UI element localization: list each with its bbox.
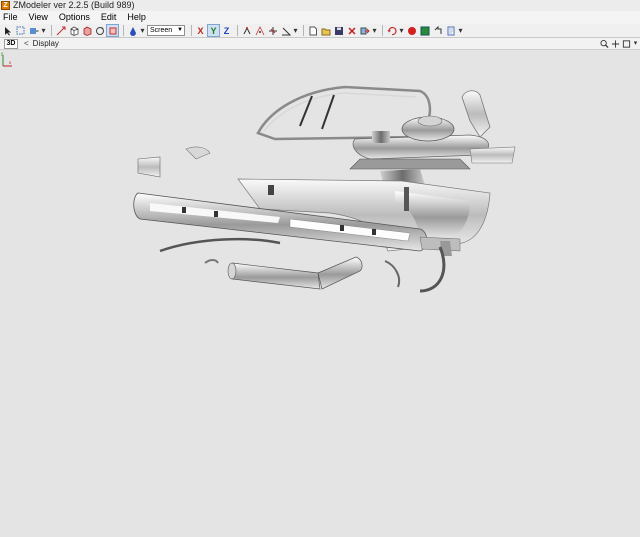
material-icon[interactable] (419, 25, 430, 36)
dropdown-chevron-icon[interactable]: ▾ (372, 25, 377, 36)
cube-icon[interactable] (68, 25, 79, 36)
render-icon[interactable] (406, 25, 417, 36)
document-icon[interactable] (445, 25, 456, 36)
3d-viewport[interactable]: y x (0, 51, 640, 537)
dropdown-chevron-icon[interactable]: ▾ (41, 25, 46, 36)
new-file-icon[interactable] (307, 25, 318, 36)
toolbar-separator (382, 25, 383, 36)
move-tool-icon[interactable] (55, 25, 66, 36)
axis-x-label: x (9, 60, 12, 65)
select-tool-icon[interactable] (15, 25, 26, 36)
main-toolbar: ▾ ▾ Screen ▼ X Y Z ▾ ▾ ▾ ▾ (0, 24, 640, 38)
title-bar: Z ZModeler ver 2.2.5 (Build 989) (0, 0, 640, 11)
toolbar-separator (123, 25, 124, 36)
axis-gizmo-icon: y x (1, 51, 12, 67)
cube-select-icon[interactable] (81, 25, 92, 36)
menu-help[interactable]: Help (127, 11, 146, 24)
select-arrow-icon[interactable] (2, 25, 13, 36)
snap-icon[interactable] (241, 25, 252, 36)
view-mode-button[interactable]: 3D (4, 38, 18, 49)
dropdown-chevron-icon[interactable]: ▾ (633, 39, 638, 48)
coord-space-value: Screen (150, 27, 173, 34)
toolbar-separator (191, 25, 192, 36)
dropdown-chevron-icon[interactable]: ▾ (140, 25, 145, 36)
viewport-controls: ▾ (598, 39, 638, 48)
menu-file[interactable]: File (3, 11, 18, 24)
viewport-header: 3D < Display ▾ (0, 38, 640, 50)
toolbar-separator (237, 25, 238, 36)
chevron-down-icon: ▼ (177, 27, 183, 33)
axis-y-label: y (1, 51, 4, 56)
dropdown-chevron-icon[interactable]: ▾ (458, 25, 463, 36)
dropdown-chevron-icon[interactable]: ▾ (399, 25, 404, 36)
vertex-snap-icon[interactable] (254, 25, 265, 36)
scale-tool-icon[interactable] (106, 24, 119, 37)
rotate-icon[interactable] (94, 25, 105, 36)
undo-icon[interactable] (386, 25, 397, 36)
axis-x-toggle[interactable]: X (195, 25, 206, 36)
view-display-label[interactable]: Display (33, 39, 59, 48)
select-mode-icon[interactable] (28, 25, 39, 36)
close-file-icon[interactable] (346, 25, 357, 36)
menu-view[interactable]: View (29, 11, 48, 24)
angle-snap-icon[interactable] (280, 25, 291, 36)
import-icon[interactable] (359, 25, 370, 36)
pan-icon[interactable] (611, 39, 620, 48)
toolbar-separator (303, 25, 304, 36)
axis-z-toggle[interactable]: Z (221, 25, 232, 36)
menu-bar: File View Options Edit Help (0, 11, 640, 24)
menu-options[interactable]: Options (59, 11, 90, 24)
axis-y-toggle[interactable]: Y (207, 24, 220, 37)
dropdown-chevron-icon[interactable]: ▾ (293, 25, 298, 36)
window-title: ZModeler ver 2.2.5 (Build 989) (13, 0, 135, 10)
toolbar-separator (51, 25, 52, 36)
blue-drop-icon[interactable] (127, 25, 138, 36)
grid-snap-icon[interactable] (267, 25, 278, 36)
car-model-render (133, 85, 516, 293)
open-folder-icon[interactable] (320, 25, 331, 36)
app-icon: Z (1, 1, 10, 10)
refresh-icon[interactable] (432, 25, 443, 36)
maximize-icon[interactable] (622, 39, 631, 48)
coord-space-select[interactable]: Screen ▼ (147, 25, 185, 36)
collapse-arrow-icon[interactable]: < (24, 39, 29, 48)
zoom-icon[interactable] (600, 39, 609, 48)
save-icon[interactable] (333, 25, 344, 36)
menu-edit[interactable]: Edit (101, 11, 117, 24)
lower-pipe (231, 262, 321, 290)
